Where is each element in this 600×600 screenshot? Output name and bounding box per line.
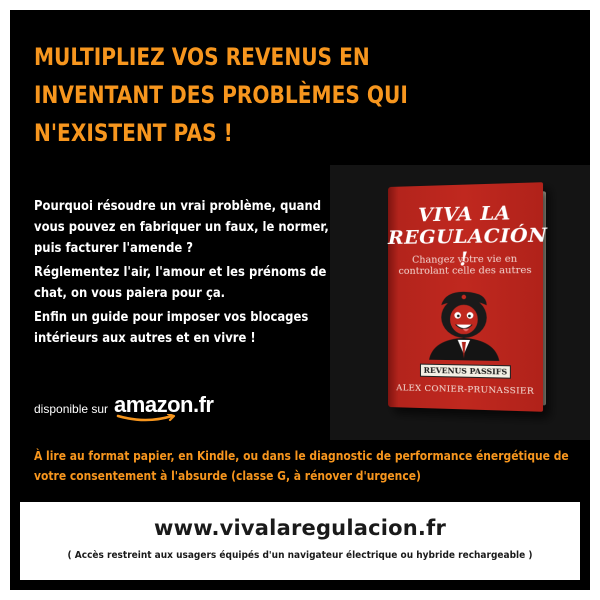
pitch-1-line-1: Pourquoi résoudre un vrai problème, quan… [34, 198, 321, 214]
website-url[interactable]: www.vivalaregulacion.fr [20, 516, 580, 540]
pitch-3-line-2: intérieurs aux autres et en vivre ! [34, 330, 256, 346]
formats-note-line-1: À lire au format papier, en Kindle, ou d… [34, 448, 569, 463]
book-author: ALEX CONIER-PRUNASSIER [388, 383, 543, 397]
amazon-availability[interactable]: disponible sur amazon.fr [34, 392, 213, 422]
pitch-2-line-1: Réglementez l'air, l'amour et les prénom… [34, 264, 326, 280]
book-panel: VIVA LA REGULACIÓN ! Changez votre vie e… [330, 165, 590, 440]
website-note: ( Accès restreint aux usagers équipés d'… [48, 550, 552, 561]
pitch-paragraph-3: Enfin un guide pour imposer vos blocages… [34, 307, 361, 349]
pitch-paragraph-2: Réglementez l'air, l'amour et les prénom… [34, 262, 361, 304]
pitch-3-line-1: Enfin un guide pour imposer vos blocages [34, 309, 308, 325]
pitch-1-line-3: puis facturer l'amende ? [34, 240, 193, 256]
pitch-paragraph-1: Pourquoi résoudre un vrai problème, quan… [34, 196, 361, 259]
available-on-label: disponible sur [34, 402, 108, 416]
pitch-2-line-2: chat, on vous paiera pour ça. [34, 285, 225, 301]
headline: MULTIPLIEZ VOS REVENUS EN INVENTANT DES … [34, 38, 471, 152]
caricature-with-beret-icon [423, 287, 506, 361]
pitch-1-line-2: vous pouvez en fabriquer un faux, le nor… [34, 219, 329, 235]
book-badge: REVENUS PASSIFS [420, 364, 511, 379]
headline-line-3: N'EXISTENT PAS ! [34, 119, 233, 147]
book-cover: VIVA LA REGULACIÓN ! Changez votre vie e… [388, 182, 543, 412]
headline-line-1: MULTIPLIEZ VOS REVENUS EN [34, 43, 370, 71]
formats-note: À lire au format papier, en Kindle, ou d… [34, 446, 516, 486]
book-subtitle: Changez votre vie en controlant celle de… [398, 253, 532, 277]
formats-note-line-2: votre consentement à l'absurde (classe G… [34, 468, 421, 483]
headline-line-2: INVENTANT DES PROBLÈMES QUI [34, 81, 408, 109]
amazon-smile-icon [116, 414, 178, 423]
amazon-logo[interactable]: amazon.fr [114, 392, 213, 418]
website-box: www.vivalaregulacion.fr ( Accès restrein… [20, 502, 580, 580]
ad-frame: MULTIPLIEZ VOS REVENUS EN INVENTANT DES … [10, 10, 590, 590]
